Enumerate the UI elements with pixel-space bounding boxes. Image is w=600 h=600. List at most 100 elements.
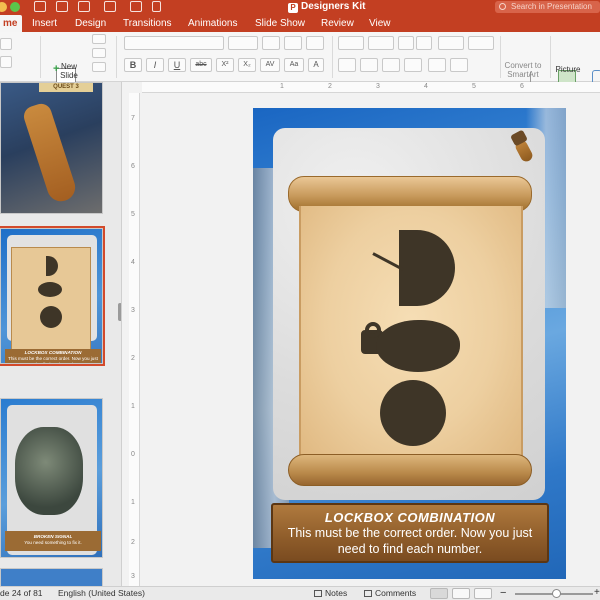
zoom-window-button[interactable] — [10, 2, 20, 12]
slide-thumbnail-pane[interactable]: QUEST 3 LOCKBOX COMBINATION This must be… — [0, 82, 122, 586]
tab-transitions[interactable]: Transitions — [123, 15, 172, 32]
character-spacing-button[interactable]: AV — [260, 58, 280, 72]
decrease-font-button[interactable] — [284, 36, 302, 50]
underline-button[interactable]: U — [168, 58, 186, 72]
search-icon — [499, 3, 506, 10]
tab-slide-show[interactable]: Slide Show — [255, 15, 305, 32]
align-text-button[interactable] — [450, 58, 468, 72]
stone-image — [15, 427, 83, 515]
tab-home[interactable]: me — [0, 15, 23, 32]
chess-pawn-icon — [510, 129, 535, 164]
slide-canvas[interactable]: LOCKBOX COMBINATION This must be the cor… — [253, 108, 566, 579]
bullets-button[interactable] — [338, 36, 364, 50]
text-direction-button[interactable] — [428, 58, 446, 72]
ruler-label: 1 — [131, 403, 135, 410]
minimize-window-button[interactable] — [0, 2, 7, 12]
align-left-button[interactable] — [338, 58, 356, 72]
urn-silhouette — [376, 320, 460, 372]
format-painter-button[interactable] — [0, 56, 12, 68]
horizontal-ruler[interactable]: 1 2 3 4 5 6 — [142, 82, 600, 93]
format-buttons-row: B I U abc X² X₂ AV Aa A — [124, 58, 324, 72]
scroll-image — [11, 247, 91, 351]
new-slide-label[interactable]: New Slide — [54, 62, 84, 80]
notes-button[interactable]: Notes — [314, 587, 347, 600]
increase-indent-button[interactable] — [416, 36, 432, 50]
justify-button[interactable] — [404, 58, 422, 72]
columns-button[interactable] — [468, 36, 494, 50]
urn-handle-silhouette — [365, 322, 381, 338]
ruler-label: 4 — [131, 259, 135, 266]
zoom-in-icon[interactable]: + — [594, 587, 600, 599]
align-center-button[interactable] — [360, 58, 378, 72]
tab-design[interactable]: Design — [75, 15, 106, 32]
thumbnail-scrollbar[interactable] — [118, 303, 121, 321]
caption-board[interactable]: LOCKBOX COMBINATION This must be the cor… — [271, 503, 549, 563]
caption-body: This must be the correct order. Now you … — [287, 526, 533, 556]
increase-font-button[interactable] — [262, 36, 280, 50]
zoom-out-icon[interactable]: − — [500, 587, 506, 599]
ruler-label: 2 — [328, 83, 332, 90]
slideshow-icon[interactable] — [130, 1, 142, 12]
tab-review[interactable]: Review — [321, 15, 354, 32]
comments-icon — [364, 590, 372, 597]
ruler-label: 4 — [424, 83, 428, 90]
document-title: P Designers Kit — [288, 1, 365, 13]
ruler-label: 6 — [131, 163, 135, 170]
slide-thumbnail-25[interactable]: BROKEN SIGNAL You need something to fix … — [0, 398, 103, 558]
ruler-label: 3 — [131, 307, 135, 314]
ruler-label: 1 — [280, 83, 284, 90]
font-size-select[interactable] — [228, 36, 258, 50]
powerpoint-icon: P — [288, 3, 298, 13]
chess-piece-image — [21, 101, 79, 205]
ruler-label: 5 — [472, 83, 476, 90]
convert-to-smartart-label[interactable]: Convert to SmartArt — [500, 61, 546, 79]
reset-button[interactable] — [92, 48, 106, 58]
tab-view[interactable]: View — [369, 15, 391, 32]
more-commands-icon[interactable] — [152, 1, 161, 12]
slide-sorter-view-button[interactable] — [452, 588, 470, 599]
picture-label[interactable]: Picture — [552, 65, 584, 74]
quest-label: QUEST 3 — [39, 83, 93, 92]
ruler-label: 3 — [131, 573, 135, 580]
ruler-label: 1 — [131, 499, 135, 506]
paste-options-button[interactable] — [0, 38, 12, 50]
strikethrough-button[interactable]: abc — [190, 58, 212, 72]
ruler-label: 0 — [131, 451, 135, 458]
status-bar: de 24 of 81 English (United States) Note… — [0, 586, 600, 600]
zoom-slider-knob[interactable] — [552, 589, 561, 598]
scroll-bottom-roll — [288, 454, 532, 486]
bold-button[interactable]: B — [124, 58, 142, 72]
superscript-button[interactable]: X² — [216, 58, 234, 72]
reading-view-button[interactable] — [474, 588, 492, 599]
slide-thumbnail-24[interactable]: LOCKBOX COMBINATION This must be the cor… — [0, 226, 105, 366]
search-input[interactable]: Search in Presentation — [495, 1, 600, 13]
title-bar: P Designers Kit Search in Presentation — [0, 0, 600, 15]
italic-button[interactable]: I — [146, 58, 164, 72]
slide-thumbnail-26[interactable] — [0, 568, 103, 586]
font-name-select[interactable] — [124, 36, 224, 50]
ruler-label: 3 — [376, 83, 380, 90]
section-button[interactable] — [92, 62, 106, 72]
numbering-button[interactable] — [368, 36, 394, 50]
decrease-indent-button[interactable] — [398, 36, 414, 50]
line-spacing-button[interactable] — [438, 36, 464, 50]
vertical-ruler[interactable]: 7 6 5 4 3 2 1 0 1 2 3 — [129, 93, 140, 586]
caption-title: LOCKBOX COMBINATION — [324, 510, 496, 525]
font-color-button[interactable]: A — [308, 58, 324, 72]
tab-animations[interactable]: Animations — [188, 15, 237, 32]
redo-icon[interactable] — [104, 1, 116, 12]
home-icon[interactable] — [34, 1, 46, 12]
align-right-button[interactable] — [382, 58, 400, 72]
undo-icon[interactable] — [78, 1, 90, 12]
clear-formatting-button[interactable] — [306, 36, 324, 50]
normal-view-button[interactable] — [430, 588, 448, 599]
tab-insert[interactable]: Insert — [32, 15, 57, 32]
change-case-button[interactable]: Aa — [284, 58, 304, 72]
layout-button[interactable] — [92, 34, 106, 44]
language-indicator[interactable]: English (United States) — [58, 587, 145, 600]
save-icon[interactable] — [56, 1, 68, 12]
comments-button[interactable]: Comments — [364, 587, 416, 600]
ruler-label: 2 — [131, 355, 135, 362]
subscript-button[interactable]: X₂ — [238, 58, 256, 72]
slide-thumbnail-23[interactable]: QUEST 3 — [0, 82, 103, 214]
